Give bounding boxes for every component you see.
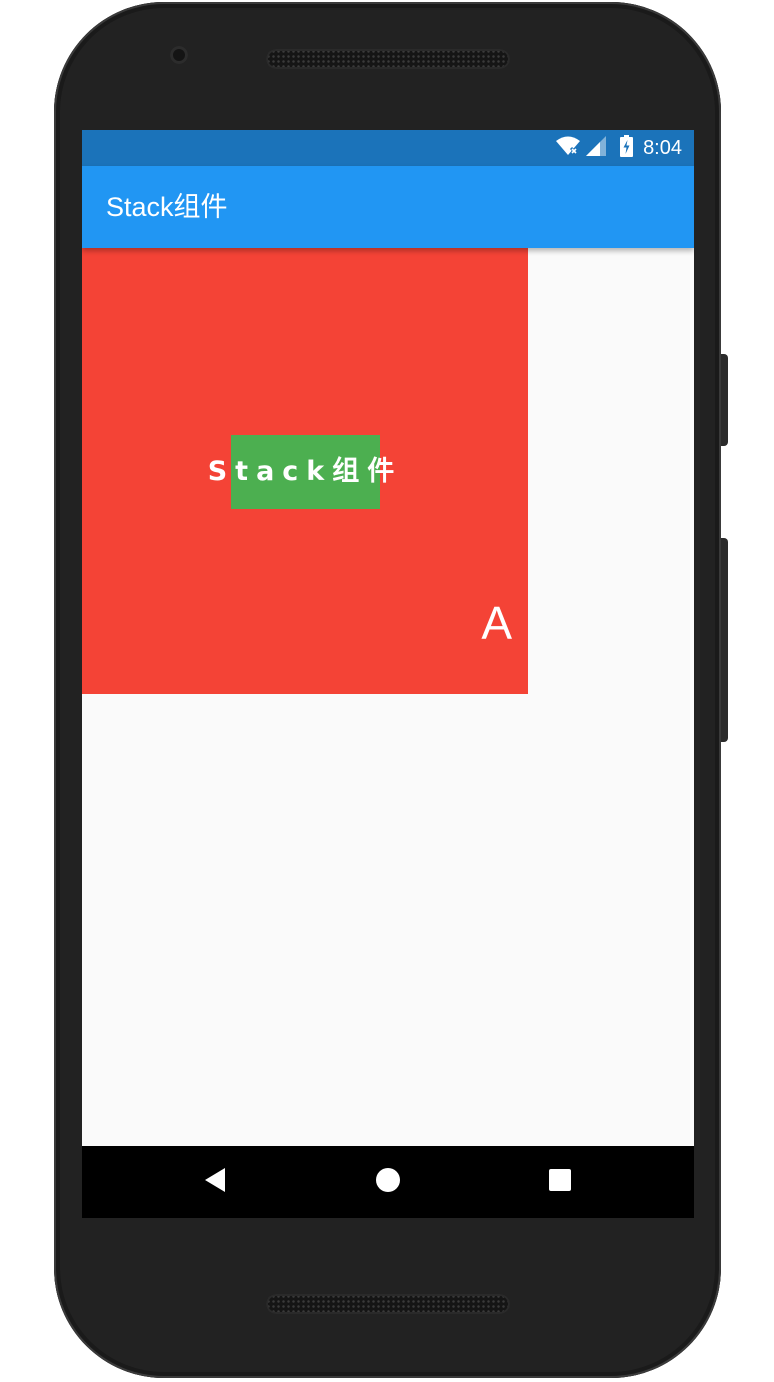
stack-container: Stack组件 A xyxy=(82,248,528,694)
recents-button[interactable] xyxy=(520,1146,600,1218)
app-bar-title: Stack组件 xyxy=(106,192,228,222)
back-icon xyxy=(203,1167,227,1197)
status-time: 8:04 xyxy=(643,136,682,159)
stack-corner-label: A xyxy=(481,597,512,649)
content-area: Stack组件 A xyxy=(82,248,694,1146)
wifi-icon xyxy=(556,136,581,160)
stack-center-label: Stack组件 xyxy=(207,456,403,487)
volume-rocker[interactable] xyxy=(720,538,728,742)
home-button[interactable] xyxy=(348,1146,428,1218)
home-icon xyxy=(375,1167,401,1197)
battery-charging-icon xyxy=(620,135,634,161)
screen: 8:04 Stack组件 Stack组件 A xyxy=(82,130,694,1218)
back-button[interactable] xyxy=(175,1146,255,1218)
front-camera-icon xyxy=(170,46,188,64)
power-button[interactable] xyxy=(720,354,728,446)
bottom-speaker-grille xyxy=(266,1294,510,1314)
status-bar: 8:04 xyxy=(82,130,694,166)
recents-icon xyxy=(548,1168,572,1196)
status-icons: 8:04 xyxy=(556,130,682,166)
signal-icon xyxy=(586,136,607,160)
navigation-bar xyxy=(82,1146,694,1218)
app-bar: Stack组件 xyxy=(82,166,694,248)
top-speaker-grille xyxy=(266,49,510,69)
